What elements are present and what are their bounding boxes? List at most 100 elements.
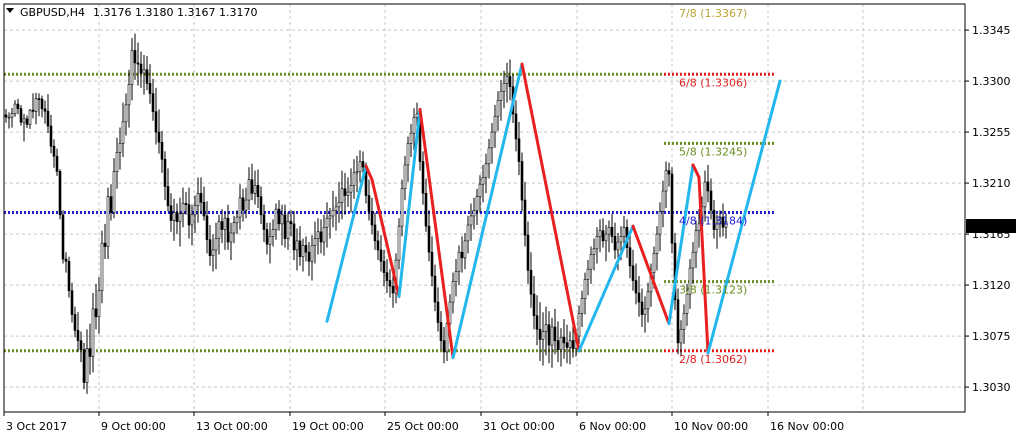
candle-body <box>130 50 134 85</box>
murrey-label: 3/8 (1.3123) <box>679 284 747 297</box>
candle-body <box>100 242 104 292</box>
candle-body <box>622 226 626 237</box>
x-tick-label: 25 Oct 00:00 <box>387 420 459 433</box>
candle-body <box>217 221 221 239</box>
candle-body <box>28 109 32 125</box>
murrey-label: 4/8 (1.3184) <box>679 215 747 228</box>
candle-body <box>277 208 281 225</box>
candle-body <box>652 253 656 273</box>
candle-body <box>235 216 239 224</box>
candle-body <box>505 76 509 84</box>
candle-body <box>592 248 596 255</box>
candle-body <box>88 348 92 357</box>
candle-body <box>544 324 548 332</box>
candle-body <box>340 188 344 203</box>
candle-body <box>577 313 581 337</box>
candle-body <box>166 186 170 207</box>
candle-body <box>25 118 29 125</box>
candle-body <box>472 209 476 217</box>
candle-body <box>412 117 416 134</box>
candle-body <box>91 308 95 357</box>
candle-body <box>121 121 125 144</box>
candle-body <box>196 192 200 207</box>
candle-body <box>142 69 146 74</box>
candle-body <box>634 280 638 294</box>
candle-body <box>139 63 143 74</box>
candle-body <box>481 177 485 185</box>
candle-body <box>358 161 362 173</box>
candle-body <box>421 161 425 194</box>
candle-body <box>478 183 482 197</box>
candle-body <box>34 98 38 112</box>
candle-body <box>406 143 410 166</box>
candle-body <box>529 270 533 295</box>
x-tick-label: 19 Oct 00:00 <box>292 420 364 433</box>
candle-body <box>4 114 8 118</box>
candle-body <box>214 238 218 251</box>
candle-body <box>466 224 470 242</box>
candle-body <box>211 249 215 256</box>
candle-body <box>367 195 371 212</box>
candle-body <box>640 301 644 315</box>
candle-body <box>541 331 545 340</box>
candle-body <box>655 233 659 254</box>
candle-body <box>580 298 584 314</box>
candle-body <box>115 152 119 173</box>
candle-body <box>199 192 203 203</box>
x-tick-label: 16 Nov 00:00 <box>770 420 844 433</box>
candle-body <box>709 190 713 211</box>
candle-body <box>514 113 518 140</box>
candle-body <box>664 170 668 192</box>
candle-body <box>124 104 128 123</box>
candle-body <box>7 116 11 119</box>
candle-body <box>691 251 695 269</box>
candle-body <box>94 308 98 318</box>
candle-body <box>178 213 182 222</box>
murrey-label: 7/8 (1.3367) <box>679 7 747 20</box>
candle-body <box>628 247 632 267</box>
candle-body <box>553 326 557 341</box>
candle-body <box>502 83 506 92</box>
candle-body <box>73 314 77 331</box>
candle-body <box>682 313 686 330</box>
candle-body <box>334 206 338 211</box>
candle-body <box>463 240 467 259</box>
y-tick-label: 1.3120 <box>972 279 1011 292</box>
candle-body <box>556 340 560 350</box>
candle-body <box>106 196 110 247</box>
candle-body <box>67 260 71 292</box>
candle-body <box>52 145 56 157</box>
candle-body <box>442 340 446 353</box>
candle-body <box>607 226 611 235</box>
candle-body <box>430 251 434 277</box>
candle-body <box>58 171 62 216</box>
candle-body <box>283 214 287 239</box>
candle-body <box>19 108 23 123</box>
candle-body <box>583 279 587 299</box>
candle-body <box>79 340 83 350</box>
candle-body <box>616 241 620 251</box>
y-tick-label: 1.3075 <box>972 330 1011 343</box>
candle-body <box>397 225 401 261</box>
candle-body <box>469 215 473 226</box>
candle-body <box>271 229 275 237</box>
candle-body <box>148 83 152 94</box>
candle-body <box>244 199 248 211</box>
candle-body <box>319 231 323 243</box>
candle-body <box>346 191 350 196</box>
candle-body <box>97 290 101 318</box>
candle-body <box>298 240 302 258</box>
candle-body <box>433 275 437 303</box>
candle-body <box>43 108 47 112</box>
candle-body <box>550 326 554 346</box>
candle-body <box>487 147 491 165</box>
candle-body <box>601 230 605 242</box>
candle-body <box>112 171 116 213</box>
candle-body <box>136 62 140 65</box>
candle-body <box>133 50 137 64</box>
murrey-label: 6/8 (1.3306) <box>679 76 747 89</box>
candle-body <box>250 179 254 194</box>
candle-body <box>295 240 299 251</box>
candle-body <box>658 211 662 235</box>
candle-body <box>508 76 512 88</box>
